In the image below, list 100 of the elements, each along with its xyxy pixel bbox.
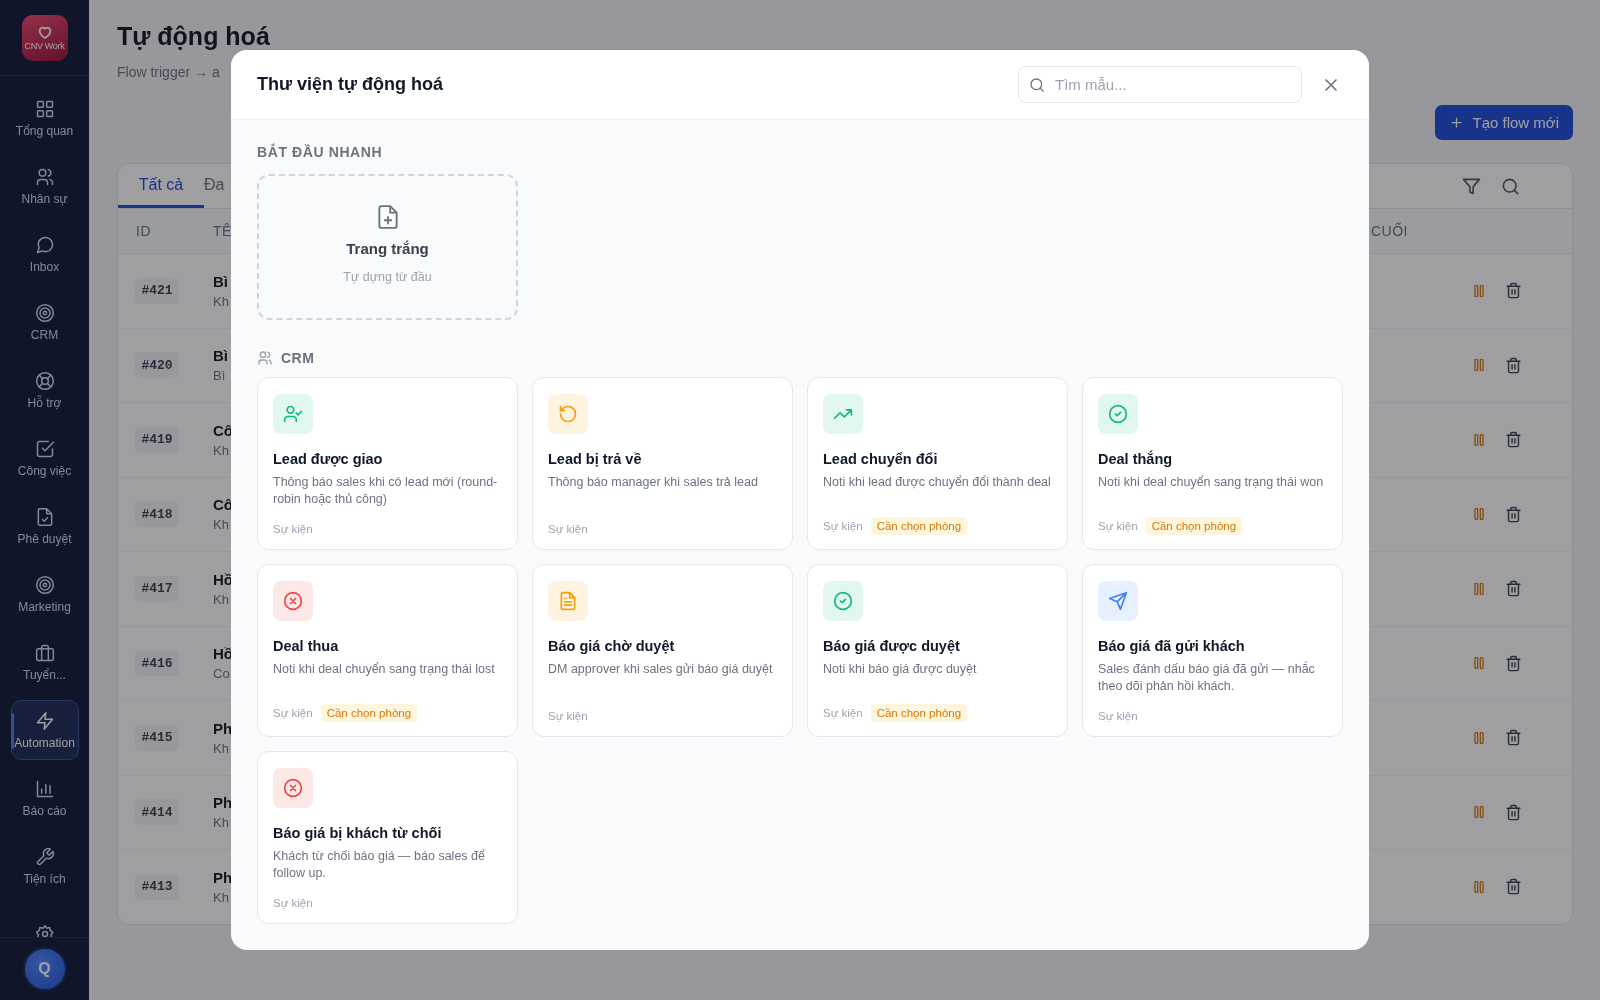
template-card[interactable]: Deal thua Noti khi deal chuyển sang trạng thái lost Sự kiện Cần chọn phòng	[257, 564, 518, 737]
send-icon	[1108, 591, 1128, 611]
card-title: Trang trắng	[346, 240, 429, 257]
sidebar-item[interactable]: Tổng quan	[10, 88, 79, 148]
checkbox-icon	[34, 438, 55, 459]
trash-icon[interactable]	[1505, 505, 1522, 523]
requirement-badge: Cần chọn phòng	[1145, 517, 1243, 535]
pause-icon[interactable]	[1471, 506, 1487, 523]
sidebar-item[interactable]: Tiện ích	[10, 836, 79, 896]
modal-title: Thư viện tự động hoá	[257, 74, 445, 95]
template-card[interactable]: Lead được giao Thông báo sales khi có lead mới (round-robin hoặc thủ công) Sự kiện	[257, 377, 518, 550]
wrench-icon	[34, 846, 55, 867]
sidebar-item[interactable]: Công việc	[10, 428, 79, 488]
bar-chart-icon	[34, 778, 55, 799]
user-avatar[interactable]: Q	[22, 947, 67, 991]
section-heading: CRM	[281, 350, 315, 366]
users-icon	[257, 350, 273, 366]
sidebar-item[interactable]: Inbox	[10, 224, 79, 284]
logo-text: CNV Work	[24, 41, 65, 51]
sidebar-item[interactable]: CRM	[10, 292, 79, 352]
template-card[interactable]: Báo giá được duyệt Noti khi báo giá được duyệt Sự kiện Cần chọn phòng	[807, 564, 1068, 737]
trash-icon[interactable]	[1505, 431, 1522, 449]
x-circle-icon	[283, 778, 303, 798]
pause-icon[interactable]	[1471, 431, 1487, 448]
card-title: Deal thắng	[1098, 451, 1174, 467]
card-title: Lead bị trả về	[548, 451, 643, 467]
id-badge: #413	[135, 873, 179, 900]
id-badge: #416	[135, 650, 179, 677]
template-card[interactable]: Báo giá bị khách từ chối Khách từ chối báo giá — báo sales để follow up. Sự kiện	[257, 751, 518, 924]
trash-icon[interactable]	[1505, 729, 1522, 747]
card-title: Lead được giao	[273, 451, 384, 467]
template-card[interactable]: Lead chuyển đổi Noti khi lead được chuyển đổi thành deal Sự kiện Cần chọn phòng	[807, 377, 1068, 550]
trigger-type-label: Sự kiện	[823, 707, 863, 719]
flow-description: Kh	[213, 591, 230, 607]
app-logo[interactable]: CNV Work	[21, 14, 68, 61]
user-check-icon	[283, 404, 303, 424]
search-field[interactable]: Tìm mẫu...	[1018, 66, 1302, 103]
pause-icon[interactable]	[1471, 804, 1487, 821]
pause-icon[interactable]	[1471, 580, 1487, 597]
flow-description: Kh	[213, 442, 230, 458]
pause-icon[interactable]	[1471, 655, 1487, 672]
flow-name: Ph	[213, 719, 234, 737]
card-description: Thông báo sales khi có lead mới (round-robin hoặc thủ công)	[273, 474, 499, 508]
trash-icon[interactable]	[1505, 654, 1522, 672]
new-flow-button[interactable]: Tạo flow mới	[1435, 105, 1573, 140]
flow-description: Kh	[213, 889, 230, 905]
sidebar-item[interactable]: Marketing	[10, 564, 79, 624]
trigger-type-label: Sự kiện	[548, 523, 588, 535]
card-description: Noti khi báo giá được duyệt	[823, 661, 978, 678]
flow-name: Ph	[213, 868, 234, 886]
section-heading: BẮT ĐẦU NHANH	[257, 144, 384, 160]
sidebar-item[interactable]: Tuyển...	[10, 632, 79, 692]
trigger-type-label: Sự kiện	[273, 523, 313, 535]
sidebar-item[interactable]: Hỗ trợ	[10, 360, 79, 420]
pause-icon[interactable]	[1471, 357, 1487, 374]
briefcase-icon	[34, 642, 55, 663]
trash-icon[interactable]	[1505, 356, 1522, 374]
card-description: Tự dựng từ đầu	[343, 270, 432, 284]
search-icon[interactable]	[1501, 176, 1520, 196]
blank-template-card[interactable]: Trang trắng Tự dựng từ đầu	[257, 174, 518, 320]
id-badge: #421	[135, 277, 179, 304]
template-card[interactable]: Báo giá chờ duyệt DM approver khi sales gửi báo giá duyệt Sự kiện	[532, 564, 793, 737]
sidebar-item[interactable]: Nhân sự	[10, 156, 79, 216]
page-subtitle: Flow trigger → a	[117, 64, 221, 80]
pause-icon[interactable]	[1471, 282, 1487, 299]
id-badge: #414	[135, 799, 179, 826]
requirement-badge: Cần chọn phòng	[870, 704, 968, 722]
card-description: Noti khi lead được chuyển đổi thành deal	[823, 474, 1052, 491]
flow-name: Ph	[213, 794, 234, 812]
id-badge: #417	[135, 575, 179, 602]
sidebar-item[interactable]: Automation	[10, 700, 79, 760]
pause-icon[interactable]	[1471, 729, 1487, 746]
target-icon	[34, 302, 55, 323]
chat-bubble-icon	[34, 234, 55, 255]
trash-icon[interactable]	[1505, 878, 1522, 896]
trash-icon[interactable]	[1505, 803, 1522, 821]
trash-icon[interactable]	[1505, 282, 1522, 300]
template-card[interactable]: Lead bị trả về Thông báo manager khi sales trả lead Sự kiện	[532, 377, 793, 550]
card-title: Deal thua	[273, 638, 340, 654]
lightning-icon	[34, 710, 55, 731]
trash-icon[interactable]	[1505, 580, 1522, 598]
column-header: CUỐI	[1371, 223, 1408, 239]
sidebar-item[interactable]: Báo cáo	[10, 768, 79, 828]
tab[interactable]: Đa	[204, 164, 225, 208]
trigger-type-label: Sự kiện	[823, 520, 863, 532]
flow-description: Kh	[213, 740, 230, 756]
dashboard-icon	[34, 98, 55, 119]
pause-icon[interactable]	[1471, 878, 1487, 895]
flow-description: Co	[213, 666, 231, 682]
template-card[interactable]: Deal thắng Noti khi deal chuyển sang trạng thái won Sự kiện Cần chọn phòng	[1082, 377, 1343, 550]
sidebar-item[interactable]: Phê duyệt	[10, 496, 79, 556]
lifebuoy-icon	[34, 370, 55, 391]
id-badge: #419	[135, 426, 179, 453]
template-card[interactable]: Báo giá đã gửi khách Sales đánh dấu báo giá đã gửi — nhắc theo dõi phản hồi khách. Sự kiện	[1082, 564, 1343, 737]
filter-icon[interactable]	[1462, 176, 1481, 196]
trigger-type-label: Sự kiện	[1098, 710, 1138, 722]
card-description: Thông báo manager khi sales trả lead	[548, 474, 759, 491]
column-header: TÊ	[213, 223, 233, 239]
card-title: Báo giá bị khách từ chối	[273, 825, 443, 841]
id-badge: #418	[135, 501, 179, 528]
